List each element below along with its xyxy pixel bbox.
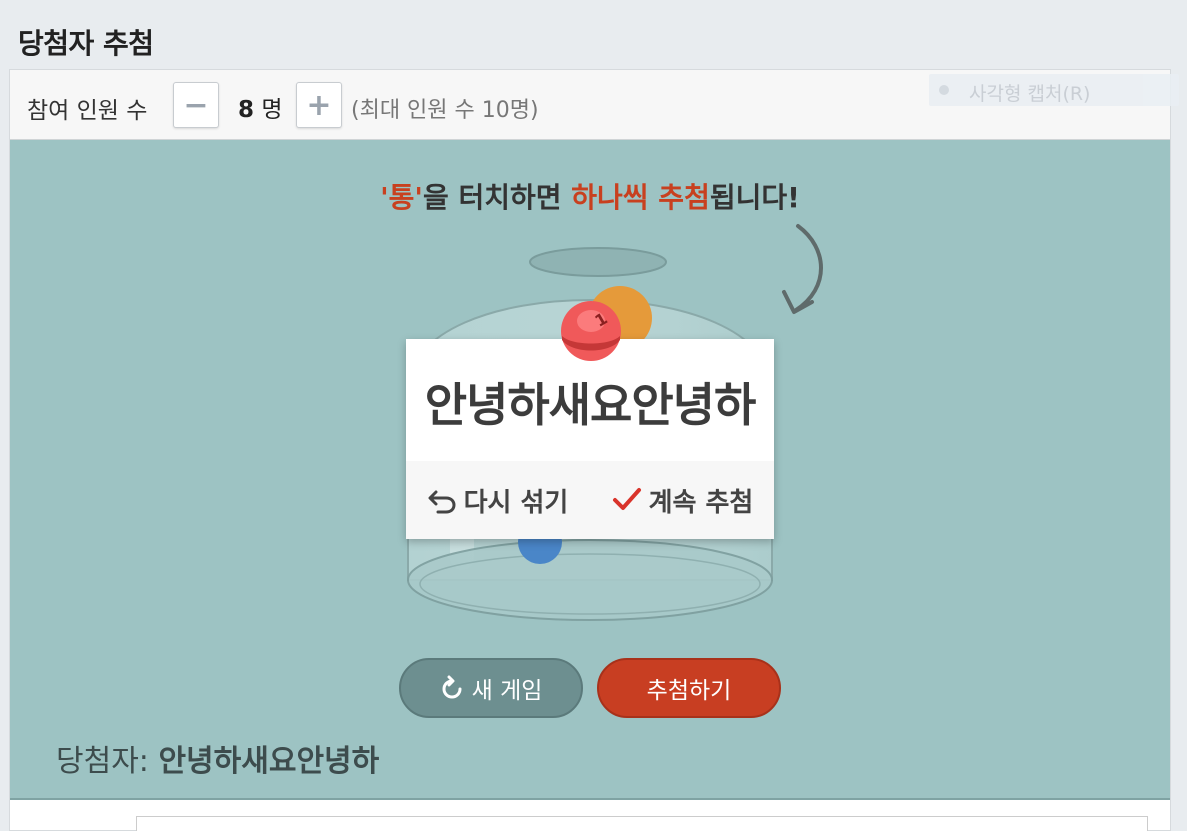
reshuffle-button[interactable]: 다시 섞기 (406, 461, 590, 539)
participants-label: 참여 인원 수 (27, 98, 148, 124)
continue-label: 계속 추첨 (648, 487, 754, 518)
result-actions: 다시 섞기 계속 추첨 (406, 461, 774, 539)
winner-prefix: 당첨자: (56, 744, 159, 779)
winner-name: 안녕하새요안녕하 (158, 744, 380, 779)
continue-draw-button[interactable]: 계속 추첨 (590, 461, 774, 539)
draw-stage: '통'을 터치하면 하나씩 추첨됩니다! 안녕하새요안녕하 다시 섞기 계속 추… (10, 140, 1170, 800)
new-game-label: 새 게임 (471, 678, 543, 704)
plus-icon: + (306, 87, 332, 123)
refresh-icon (442, 675, 462, 699)
instruction-text: '통'을 터치하면 하나씩 추첨됩니다! (10, 176, 1170, 216)
draw-button[interactable]: 추첨하기 (597, 658, 781, 718)
winner-line: 당첨자: 안녕하새요안녕하 (56, 736, 379, 780)
new-game-button[interactable]: 새 게임 (399, 658, 583, 718)
capture-label: 사각형 캡처(R) (969, 83, 1091, 105)
check-icon (612, 488, 641, 510)
draw-card: 참여 인원 수 − 8 명 + (최대 인원 수 10명) 사각형 캡처(R) … (9, 69, 1179, 831)
result-popup: 안녕하새요안녕하 다시 섞기 계속 추첨 (406, 339, 774, 539)
minus-icon: − (183, 87, 209, 123)
participant-count: 8 명 (238, 90, 283, 124)
page-title: 당첨자 추첨 (18, 27, 154, 60)
undo-icon (428, 490, 456, 514)
bottom-input-field[interactable] (136, 816, 1148, 831)
drawn-ball: 1 (561, 301, 621, 361)
participants-toolbar: 참여 인원 수 − 8 명 + (최대 인원 수 10명) 사각형 캡처(R) (10, 70, 1179, 140)
instruction-part-3: 하나씩 추첨 (571, 181, 710, 214)
participant-count-unit: 명 (261, 97, 283, 123)
instruction-part-1: '통' (380, 181, 423, 214)
draw-label: 추첨하기 (646, 678, 732, 704)
instruction-part-2: 을 터치하면 (422, 181, 572, 214)
increase-participants-button[interactable]: + (296, 82, 342, 128)
instruction-part-4: 됩니다! (709, 181, 800, 214)
reshuffle-label: 다시 섞기 (463, 487, 569, 518)
drawn-name: 안녕하새요안녕하 (424, 378, 757, 432)
capture-dot-icon (939, 85, 949, 95)
rect-capture-tooltip[interactable]: 사각형 캡처(R) (929, 74, 1179, 106)
max-participants-text: (최대 인원 수 10명) (351, 98, 539, 123)
participant-count-value: 8 (238, 97, 255, 123)
decrease-participants-button[interactable]: − (173, 82, 219, 128)
